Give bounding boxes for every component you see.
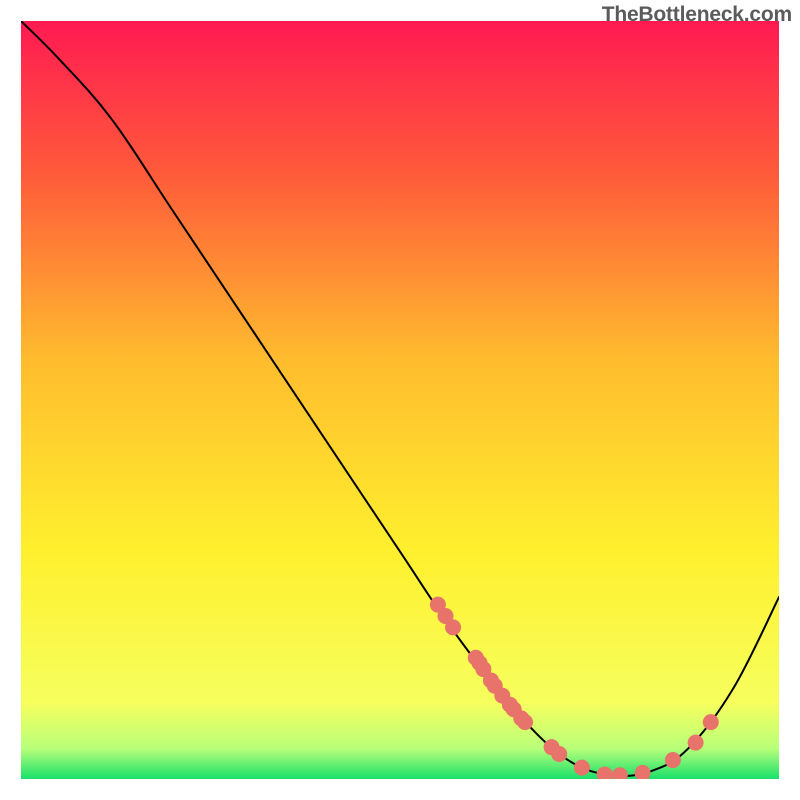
scatter-point — [551, 746, 567, 762]
chart-container: TheBottleneck.com — [0, 0, 800, 800]
watermark-text: TheBottleneck.com — [602, 3, 792, 27]
chart-background — [21, 21, 779, 779]
scatter-point — [665, 752, 681, 768]
scatter-point — [517, 714, 533, 730]
scatter-point — [445, 619, 461, 635]
plot-area — [21, 21, 779, 779]
scatter-point — [688, 735, 704, 751]
scatter-point — [574, 760, 590, 776]
chart-svg — [21, 21, 779, 779]
scatter-point — [703, 714, 719, 730]
